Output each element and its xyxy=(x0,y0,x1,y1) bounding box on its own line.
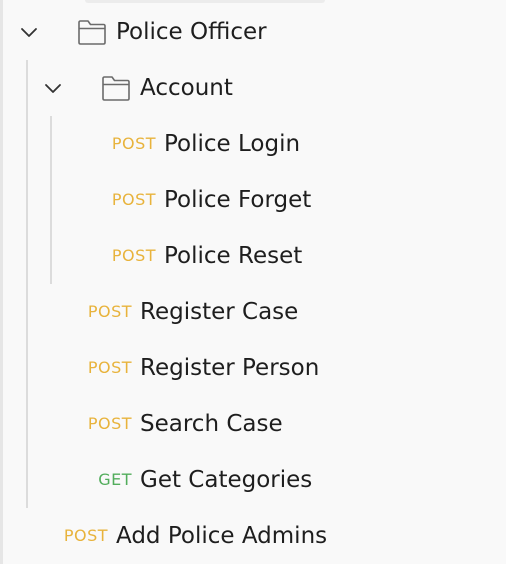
request-row[interactable]: POST Police Reset xyxy=(3,228,506,284)
scroll-shadow xyxy=(85,0,325,3)
folder-row-account[interactable]: Account xyxy=(3,60,506,116)
request-label: Police Reset xyxy=(164,243,303,269)
folder-label: Account xyxy=(140,75,233,101)
collection-tree: Police Officer Account POST Police Login… xyxy=(0,0,506,564)
request-row[interactable]: POST Register Person xyxy=(3,340,506,396)
folder-icon xyxy=(102,76,130,101)
method-badge: POST xyxy=(111,190,156,209)
request-row[interactable]: POST Add Police Admins xyxy=(3,508,506,564)
request-label: Police Login xyxy=(164,131,301,157)
method-badge: POST xyxy=(111,246,156,265)
chevron-down-icon[interactable] xyxy=(44,79,62,97)
folder-icon xyxy=(78,20,106,45)
folder-label: Police Officer xyxy=(116,19,267,45)
request-label: Search Case xyxy=(140,411,283,437)
request-row[interactable]: POST Search Case xyxy=(3,396,506,452)
request-label: Get Categories xyxy=(140,467,313,493)
method-badge: POST xyxy=(87,358,132,377)
request-label: Register Case xyxy=(140,299,299,325)
request-row[interactable]: POST Police Login xyxy=(3,116,506,172)
method-badge: POST xyxy=(87,414,132,433)
request-row[interactable]: POST Police Forget xyxy=(3,172,506,228)
method-badge: GET xyxy=(98,470,132,489)
request-label: Register Person xyxy=(140,355,320,381)
method-badge: POST xyxy=(111,134,156,153)
request-row[interactable]: GET Get Categories xyxy=(3,452,506,508)
method-badge: POST xyxy=(87,302,132,321)
folder-row-police-officer[interactable]: Police Officer xyxy=(3,4,506,60)
request-label: Police Forget xyxy=(164,187,312,213)
chevron-down-icon[interactable] xyxy=(20,23,38,41)
method-badge: POST xyxy=(63,526,108,545)
request-row[interactable]: POST Register Case xyxy=(3,284,506,340)
request-label: Add Police Admins xyxy=(116,523,328,549)
